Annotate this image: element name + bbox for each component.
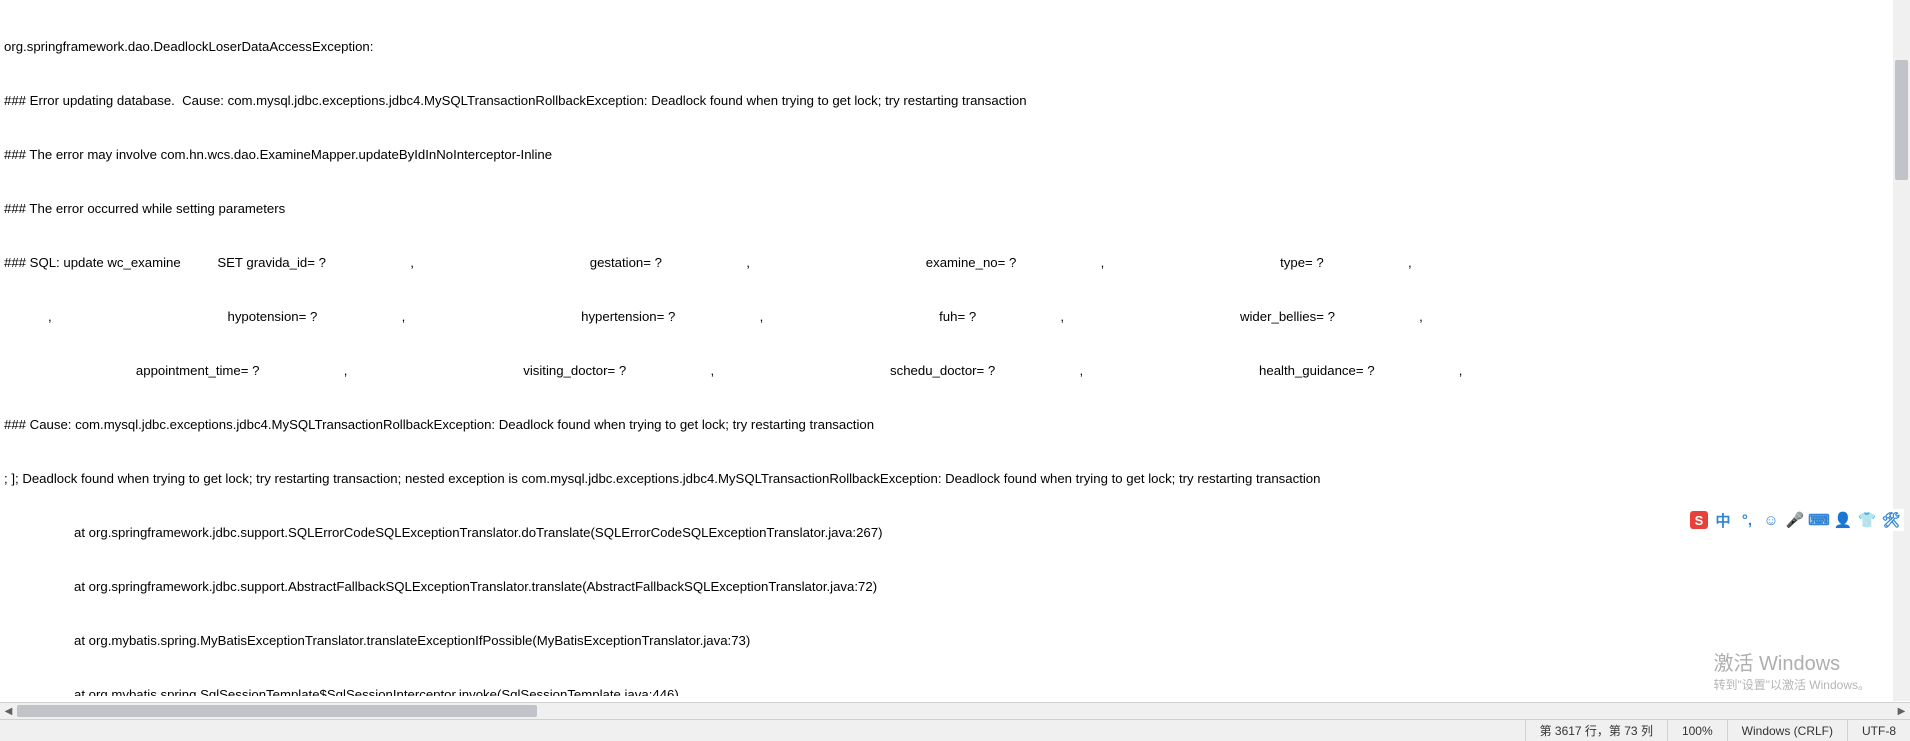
stack-line: at org.mybatis.spring.MyBatisExceptionTr… (4, 632, 1906, 650)
status-line-ending[interactable]: Windows (CRLF) (1727, 720, 1847, 741)
vertical-scrollbar[interactable] (1893, 0, 1910, 701)
ime-punct-icon[interactable]: °, (1738, 511, 1756, 529)
ime-toolbox-icon[interactable]: 🛠 (1882, 511, 1900, 529)
scroll-track[interactable] (17, 703, 1893, 719)
log-line: ### Cause: com.mysql.jdbc.exceptions.jdb… (4, 416, 1906, 434)
log-line: ### The error may involve com.hn.wcs.dao… (4, 146, 1906, 164)
status-zoom[interactable]: 100% (1667, 720, 1727, 741)
ime-keyboard-icon[interactable]: ⌨ (1810, 511, 1828, 529)
log-line: ### Error updating database. Cause: com.… (4, 92, 1906, 110)
stack-line: at org.springframework.jdbc.support.SQLE… (4, 524, 1906, 542)
log-sql-line: , hypotension= ? , hypertension= ? , (4, 308, 1906, 326)
ime-user-icon[interactable]: 👤 (1834, 511, 1852, 529)
ime-language-icon[interactable]: 中 (1714, 511, 1732, 529)
ime-emoji-icon[interactable]: ☺ (1762, 511, 1780, 529)
log-content[interactable]: org.springframework.dao.DeadlockLoserDat… (0, 0, 1910, 696)
ime-mic-icon[interactable]: 🎤 (1786, 511, 1804, 529)
scroll-right-icon[interactable]: ▶ (1893, 703, 1910, 720)
ime-sogou-icon[interactable]: S (1690, 511, 1708, 529)
log-line: ; ]; Deadlock found when trying to get l… (4, 470, 1906, 488)
log-line: org.springframework.dao.DeadlockLoserDat… (4, 38, 1906, 56)
stack-line: at org.mybatis.spring.SqlSessionTemplate… (4, 686, 1906, 696)
scroll-thumb-horizontal[interactable] (17, 705, 537, 717)
ime-toolbar[interactable]: S 中 °, ☺ 🎤 ⌨ 👤 👕 🛠 (1686, 509, 1904, 531)
log-line: ### The error occurred while setting par… (4, 200, 1906, 218)
ime-skin-icon[interactable]: 👕 (1858, 511, 1876, 529)
scroll-left-icon[interactable]: ◀ (0, 703, 17, 720)
log-sql-line: ### SQL: update wc_examine SET gravida_i… (4, 254, 1906, 272)
status-encoding[interactable]: UTF-8 (1847, 720, 1910, 741)
stack-line: at org.springframework.jdbc.support.Abst… (4, 578, 1906, 596)
scroll-thumb-vertical[interactable] (1895, 60, 1908, 180)
horizontal-scrollbar[interactable]: ◀ ▶ (0, 702, 1910, 719)
log-sql-line: appointment_time= ? , visiting_doctor= ?… (4, 362, 1906, 380)
status-bar: 第 3617 行，第 73 列 100% Windows (CRLF) UTF-… (0, 719, 1910, 741)
status-position[interactable]: 第 3617 行，第 73 列 (1525, 720, 1667, 741)
